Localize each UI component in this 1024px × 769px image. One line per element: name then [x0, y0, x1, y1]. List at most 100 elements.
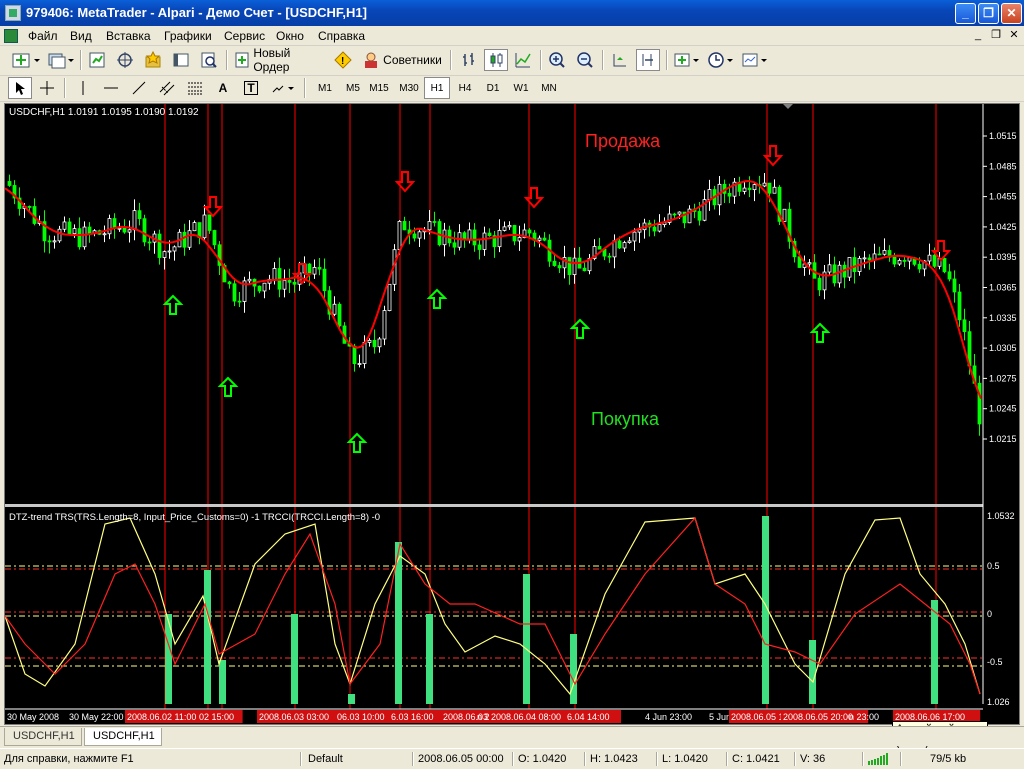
trendline-button[interactable] [128, 77, 150, 99]
candlestick-button[interactable] [484, 49, 508, 71]
timeframe-m1-button[interactable]: M1 [312, 77, 338, 99]
time-label: 2008.06.05 20:00 [783, 712, 853, 722]
tab-usdchf-h1-2[interactable]: USDCHF,H1 [84, 728, 162, 746]
time-label: 06.03 10:00 [337, 712, 385, 722]
bear-candle [207, 214, 212, 231]
horizontal-line-icon [104, 87, 118, 89]
zoom-in-button[interactable] [546, 49, 568, 71]
bear-candle [77, 228, 82, 248]
timeframe-w1-button[interactable]: W1 [508, 77, 534, 99]
chart-shift-button[interactable] [636, 49, 660, 71]
cursor-button[interactable] [8, 77, 32, 99]
mdi-minimize-button[interactable]: _ [970, 28, 986, 43]
mdi-restore-button[interactable]: ❐ [988, 28, 1004, 43]
chart-window[interactable]: USDCHF,H1 1.0191 1.0195 1.0190 1.0192 Пр… [4, 103, 1020, 725]
bear-candle [902, 260, 907, 262]
drawing-toolbar: A T M1 M5 M15 M30 H1 H4 D1 W1 MN [0, 76, 1024, 102]
periods-button[interactable] [706, 49, 736, 71]
mdi-close-button[interactable]: ✕ [1006, 28, 1022, 43]
alert-button[interactable]: ! [332, 49, 354, 71]
new-order-icon [235, 52, 249, 68]
histogram-bar [523, 574, 530, 704]
vertical-line-button[interactable] [72, 77, 94, 99]
tab-usdchf-h1-1[interactable]: USDCHF,H1 [4, 728, 82, 746]
status-traffic: 79/5 kb [930, 753, 967, 765]
time-label: 5 Jun [709, 712, 731, 722]
timeframe-h4-button[interactable]: H4 [452, 77, 478, 99]
new-chart-button[interactable] [8, 49, 44, 71]
horizontal-line-button[interactable] [100, 77, 122, 99]
bear-candle [697, 211, 702, 221]
indicator-tick-label: 0.5 [987, 561, 1000, 571]
connection-status-icon[interactable] [868, 753, 892, 769]
histogram-bar [165, 614, 172, 704]
navigator-button[interactable] [114, 49, 136, 71]
channel-button[interactable] [156, 77, 178, 99]
pane-divider[interactable] [5, 504, 1019, 507]
tester-button[interactable] [198, 49, 220, 71]
line-chart-button[interactable] [512, 49, 534, 71]
bull-candle [57, 228, 62, 242]
expert-advisors-button[interactable]: Советники [360, 49, 444, 71]
menu-file[interactable]: Файл [28, 29, 58, 43]
terminal-icon [173, 53, 189, 67]
chart-canvas[interactable]: USDCHF,H1 1.0191 1.0195 1.0190 1.0192 Пр… [4, 104, 1019, 724]
time-label: 2008.06.03 03:00 [259, 712, 329, 722]
close-button[interactable]: ✕ [1001, 3, 1022, 24]
bear-candle [527, 229, 532, 234]
price-tick-label: 1.0365 [989, 283, 1017, 293]
price-tick-label: 1.0215 [989, 434, 1017, 444]
menu-insert[interactable]: Вставка [106, 29, 151, 43]
timeframe-m5-button[interactable]: M5 [340, 77, 366, 99]
chart-shift-marker[interactable] [783, 104, 793, 109]
auto-scroll-button[interactable] [608, 49, 630, 71]
templates-button[interactable] [740, 49, 770, 71]
market-watch-button[interactable] [86, 49, 108, 71]
sell-arrow-icon [394, 171, 416, 193]
new-chart-icon [12, 53, 40, 68]
terminal-button[interactable] [170, 49, 192, 71]
menu-window[interactable]: Окно [276, 29, 304, 43]
bear-candle [917, 263, 922, 270]
bull-candle [627, 240, 632, 243]
indicators-button[interactable] [672, 49, 702, 71]
arrows-button[interactable] [268, 77, 298, 99]
bull-candle [427, 221, 432, 231]
chart-window-icon[interactable] [4, 29, 18, 43]
price-tick-label: 1.0275 [989, 373, 1017, 383]
timeframe-m30-button[interactable]: M30 [396, 77, 422, 99]
bar-chart-button[interactable] [458, 49, 480, 71]
bull-candle [377, 338, 382, 348]
minimize-button[interactable]: _ [955, 3, 976, 24]
bull-candle [837, 264, 842, 284]
menu-tools[interactable]: Сервис [224, 29, 265, 43]
zoom-in-icon [549, 52, 565, 68]
bear-candle [212, 230, 217, 246]
timeframe-d1-button[interactable]: D1 [480, 77, 506, 99]
timeframe-h1-button[interactable]: H1 [424, 77, 450, 99]
text-label-button[interactable]: T [240, 77, 262, 99]
text-label-tool-label: T [244, 81, 258, 95]
standard-toolbar: Новый Ордер ! Советники [0, 46, 1024, 76]
menu-bar: Файл Вид Вставка Графики Сервис Окно Спр… [0, 26, 1024, 46]
status-profile[interactable]: Default [308, 751, 343, 767]
bear-candle [617, 240, 622, 249]
zoom-out-button[interactable] [574, 49, 596, 71]
status-datetime: 2008.06.05 00:00 [418, 753, 504, 765]
profiles-button[interactable] [46, 49, 76, 71]
fibonacci-button[interactable] [184, 77, 206, 99]
text-button[interactable]: A [212, 77, 234, 99]
timeframe-mn-button[interactable]: MN [536, 77, 562, 99]
bull-candle [172, 246, 177, 252]
crosshair-button[interactable] [36, 77, 58, 99]
new-order-button[interactable]: Новый Ордер [232, 46, 328, 74]
restore-button[interactable]: ❐ [978, 3, 999, 24]
text-tool-label: A [218, 81, 228, 95]
folder-button[interactable] [142, 49, 164, 71]
menu-help[interactable]: Справка [318, 29, 365, 43]
menu-charts[interactable]: Графики [164, 29, 212, 43]
time-label: 2008.06.04 08:00 [491, 712, 561, 722]
menu-view[interactable]: Вид [70, 29, 92, 43]
bear-candle [372, 339, 377, 348]
timeframe-m15-button[interactable]: M15 [366, 77, 392, 99]
